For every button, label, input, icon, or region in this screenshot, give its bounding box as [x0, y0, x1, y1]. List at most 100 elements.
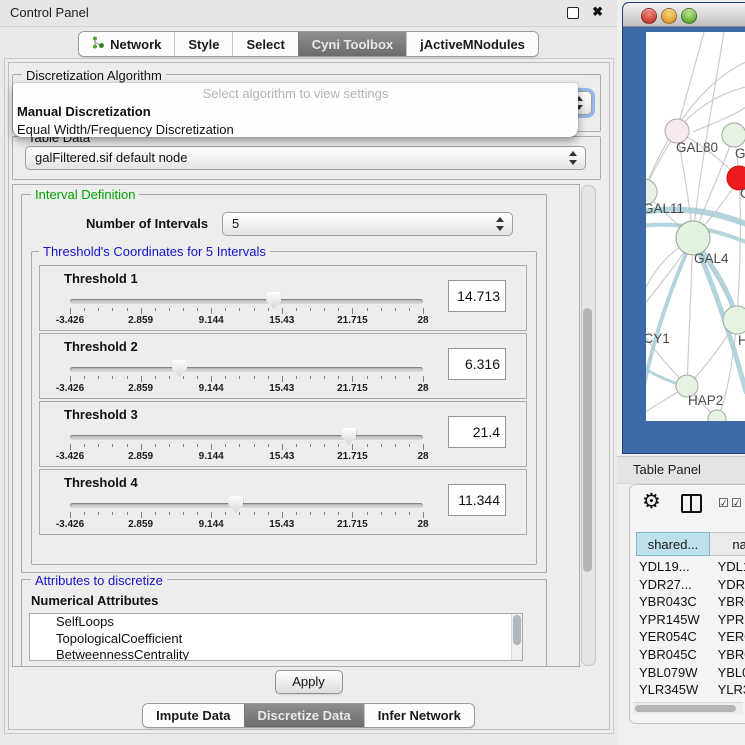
table-row[interactable]: YLR345WYLR3	[636, 681, 745, 699]
table-cell-name[interactable]: YLR3	[710, 681, 745, 699]
threshold-value-field[interactable]: 21.4	[448, 416, 506, 448]
network-node[interactable]	[722, 123, 745, 147]
tick-mark	[395, 444, 396, 447]
tick-mark	[352, 444, 353, 450]
threshold-slider[interactable]: -3.4262.8599.14415.4321.71528	[70, 290, 423, 326]
settings-scroll-thumb[interactable]	[583, 308, 592, 572]
threshold-slider[interactable]: -3.4262.8599.14415.4321.71528	[70, 358, 423, 394]
table-data-value: galFiltered.sif default node	[35, 150, 187, 165]
table-cell-shared-name[interactable]: YDR27...	[636, 576, 710, 594]
table-cell-name[interactable]: YBL0	[710, 664, 745, 682]
node-label: GCY1	[646, 331, 670, 346]
tick-mark	[338, 512, 339, 515]
tick-label: 15.43	[269, 383, 294, 394]
attribute-item[interactable]: BetweennessCentrality	[30, 647, 522, 661]
algorithm-option-equal-width-frequency-discretization[interactable]: Equal Width/Frequency Discretization	[13, 121, 578, 139]
table-cell-shared-name[interactable]: YBR043C	[636, 593, 710, 611]
minimize-window-icon[interactable]	[661, 8, 677, 24]
tab-cyni-toolbox[interactable]: Cyni Toolbox	[298, 32, 406, 56]
slider-track[interactable]	[70, 299, 423, 304]
bottom-tab-infer-network[interactable]: Infer Network	[364, 704, 474, 727]
attribute-item[interactable]: SelfLoops	[30, 614, 522, 631]
network-node[interactable]	[676, 221, 710, 255]
float-window-icon[interactable]	[567, 7, 579, 19]
checkbox-icon[interactable]: ☑	[718, 496, 729, 510]
threshold-value-field[interactable]: 11.344	[448, 484, 506, 516]
table-cell-shared-name[interactable]: YBR045C	[636, 646, 710, 664]
tab-style[interactable]: Style	[174, 32, 232, 56]
tick-mark	[183, 308, 184, 311]
table-cell-name[interactable]: YDL1	[710, 558, 745, 576]
tick-mark	[127, 444, 128, 447]
column-header-name[interactable]: na...	[710, 532, 745, 556]
tick-mark	[239, 444, 240, 447]
table-horizontal-scrollbar[interactable]	[633, 702, 743, 714]
table-cell-name[interactable]: YER0	[710, 628, 745, 646]
tick-mark	[112, 376, 113, 379]
slider-thumb[interactable]	[228, 496, 243, 513]
slider-thumb[interactable]	[266, 292, 281, 309]
close-icon[interactable]: ✖	[592, 4, 603, 20]
algorithm-option-manual-discretization[interactable]: Manual Discretization	[13, 103, 578, 121]
table-cell-name[interactable]: YIL0	[710, 699, 745, 701]
table-row[interactable]: YER054CYER0	[636, 628, 745, 646]
table-cell-name[interactable]: YDR2	[710, 576, 745, 594]
table-cell-name[interactable]: YBR0	[710, 593, 745, 611]
table-cell-name[interactable]: YPR1	[710, 611, 745, 629]
number-of-intervals-label: Number of Intervals	[86, 216, 208, 231]
table-row[interactable]: YPR145WYPR1	[636, 611, 745, 629]
network-canvas[interactable]: GAL80GACGAL11GAL4GCY1HHAP2	[646, 32, 745, 421]
table-data-combobox[interactable]: galFiltered.sif default node	[25, 146, 586, 170]
attribute-item[interactable]: TopologicalCoefficient	[30, 631, 522, 648]
slider-thumb[interactable]	[172, 360, 187, 377]
number-of-intervals-combobox[interactable]: 5	[222, 212, 513, 236]
tab-jactivemnodules[interactable]: jActiveMNodules	[406, 32, 538, 56]
settings-scrollbar[interactable]	[581, 185, 596, 666]
interval-definition-group-title: Interval Definition	[31, 187, 139, 202]
checkbox-icon[interactable]: ☑	[731, 496, 742, 510]
threshold-slider[interactable]: -3.4262.8599.14415.4321.71528	[70, 494, 423, 530]
close-window-icon[interactable]	[641, 8, 657, 24]
combo-arrows-icon	[569, 151, 578, 165]
bottom-tab-discretize-data[interactable]: Discretize Data	[244, 704, 364, 727]
zoom-window-icon[interactable]	[681, 8, 697, 24]
table-row[interactable]: YDL19...YDL1	[636, 558, 745, 576]
table-row[interactable]: YBR045CYBR0	[636, 646, 745, 664]
table-cell-shared-name[interactable]: YLR345W	[636, 681, 710, 699]
table-row[interactable]: YBR043CYBR0	[636, 593, 745, 611]
apply-button[interactable]: Apply	[275, 670, 343, 694]
threshold-value-field[interactable]: 14.713	[448, 280, 506, 312]
table-cell-shared-name[interactable]: YBL079W	[636, 664, 710, 682]
tick-mark	[367, 512, 368, 515]
tick-label: 28	[417, 383, 428, 394]
table-cell-shared-name[interactable]: YDL19...	[636, 558, 710, 576]
slider-track[interactable]	[70, 435, 423, 440]
table-hscroll-thumb[interactable]	[635, 705, 736, 712]
attributes-scroll-thumb[interactable]	[513, 615, 521, 645]
tab-network[interactable]: Network	[79, 32, 174, 56]
table-row[interactable]: YBL079WYBL0	[636, 664, 745, 682]
tick-mark	[197, 444, 198, 447]
slider-thumb[interactable]	[341, 428, 356, 445]
attributes-list-scrollbar[interactable]	[511, 614, 522, 660]
table-row[interactable]: YIL052CYIL0	[636, 699, 745, 701]
bottom-tab-impute-data[interactable]: Impute Data	[143, 704, 243, 727]
split-columns-icon[interactable]	[681, 494, 702, 513]
tick-mark	[268, 512, 269, 515]
slider-track[interactable]	[70, 367, 423, 372]
table-cell-name[interactable]: YBR0	[710, 646, 745, 664]
numerical-attributes-label: Numerical Attributes	[31, 593, 158, 608]
tick-mark	[423, 376, 424, 382]
tick-mark	[141, 444, 142, 450]
slider-track[interactable]	[70, 503, 423, 508]
threshold-slider[interactable]: -3.4262.8599.14415.4321.71528	[70, 426, 423, 462]
node-label: GA	[735, 146, 745, 161]
threshold-value-field[interactable]: 6.316	[448, 348, 506, 380]
tab-select[interactable]: Select	[232, 32, 297, 56]
table-row[interactable]: YDR27...YDR2	[636, 576, 745, 594]
gear-icon[interactable]: ⚙	[642, 491, 661, 512]
table-cell-shared-name[interactable]: YIL052C	[636, 699, 710, 701]
table-cell-shared-name[interactable]: YPR145W	[636, 611, 710, 629]
table-cell-shared-name[interactable]: YER054C	[636, 628, 710, 646]
column-header-shared-name[interactable]: shared...	[636, 532, 710, 556]
